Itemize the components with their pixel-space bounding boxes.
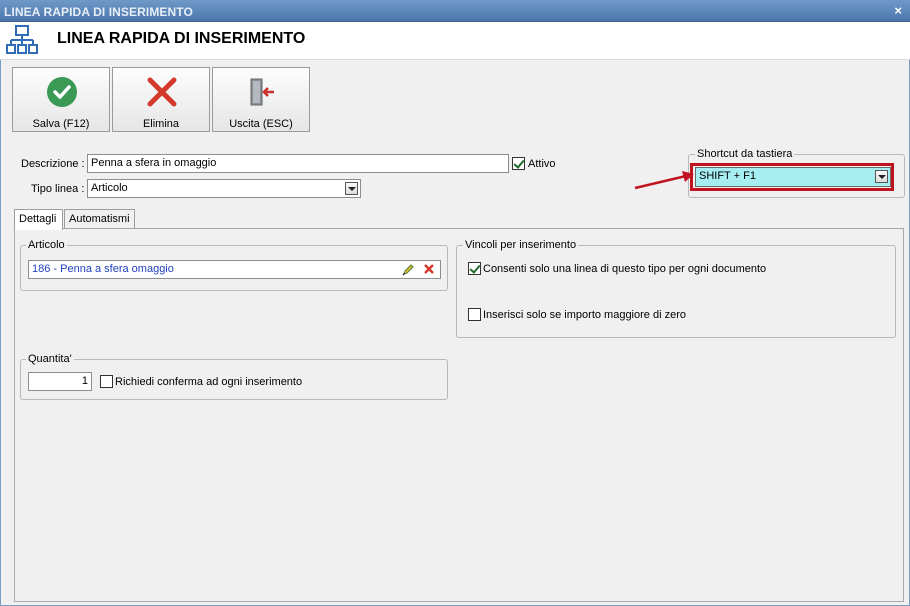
highlight-box xyxy=(690,163,894,191)
save-button-label: Salva (F12) xyxy=(32,118,90,130)
delete-button[interactable]: Elimina xyxy=(112,67,210,132)
exit-button-label: Uscita (ESC) xyxy=(229,118,293,130)
amount-checkbox[interactable] xyxy=(468,308,481,321)
articolo-field[interactable]: 186 - Penna a sfera omaggio xyxy=(28,260,441,279)
edit-pencil-icon[interactable] xyxy=(402,263,415,276)
conferma-label: Richiedi conferma ad ogni inserimento xyxy=(115,376,303,388)
tab-dettagli[interactable]: Dettagli xyxy=(14,209,63,230)
window-border-left xyxy=(0,22,1,606)
window-title: LINEA RAPIDA DI INSERIMENTO xyxy=(4,5,193,19)
chevron-down-icon[interactable] xyxy=(345,182,358,195)
vincoli-group xyxy=(456,245,896,338)
page-title: LINEA RAPIDA DI INSERIMENTO xyxy=(57,30,306,47)
descrizione-label: Descrizione : xyxy=(21,158,85,170)
one-line-label: Consenti solo una linea di questo tipo p… xyxy=(483,263,767,275)
close-icon[interactable]: × xyxy=(894,3,902,18)
save-button[interactable]: Salva (F12) xyxy=(12,67,110,132)
checkmark-icon xyxy=(47,77,77,107)
tab-automatismi[interactable]: Automatismi xyxy=(64,209,135,229)
delete-button-label: Elimina xyxy=(142,118,180,130)
dialog-header: LINEA RAPIDA DI INSERIMENTO xyxy=(0,22,910,60)
tipo-linea-select[interactable]: Articolo xyxy=(87,179,361,198)
org-chart-icon xyxy=(6,25,38,54)
articolo-value: 186 - Penna a sfera omaggio xyxy=(32,263,174,275)
clear-x-icon[interactable] xyxy=(423,263,435,275)
attivo-label: Attivo xyxy=(528,158,556,170)
attivo-checkbox[interactable] xyxy=(512,157,525,170)
one-line-checkbox[interactable] xyxy=(468,262,481,275)
tipo-linea-label: Tipo linea : xyxy=(31,183,85,195)
shortcut-group-title: Shortcut da tastiera xyxy=(695,148,795,160)
exit-door-icon xyxy=(250,78,274,106)
annotation-arrow-icon xyxy=(634,171,694,190)
quantita-field[interactable]: 1 xyxy=(28,372,92,391)
exit-button[interactable]: Uscita (ESC) xyxy=(212,67,310,132)
descrizione-field[interactable]: Penna a sfera in omaggio xyxy=(87,154,509,173)
window-titlebar: LINEA RAPIDA DI INSERIMENTO × xyxy=(0,0,910,22)
tipo-linea-value: Articolo xyxy=(91,182,128,194)
conferma-checkbox[interactable] xyxy=(100,375,113,388)
amount-label: Inserisci solo se importo maggiore di ze… xyxy=(483,309,686,321)
vincoli-group-title: Vincoli per inserimento xyxy=(463,239,579,251)
quantita-group-title: Quantita' xyxy=(26,353,74,365)
articolo-group-title: Articolo xyxy=(26,239,67,251)
delete-x-icon xyxy=(147,77,177,107)
